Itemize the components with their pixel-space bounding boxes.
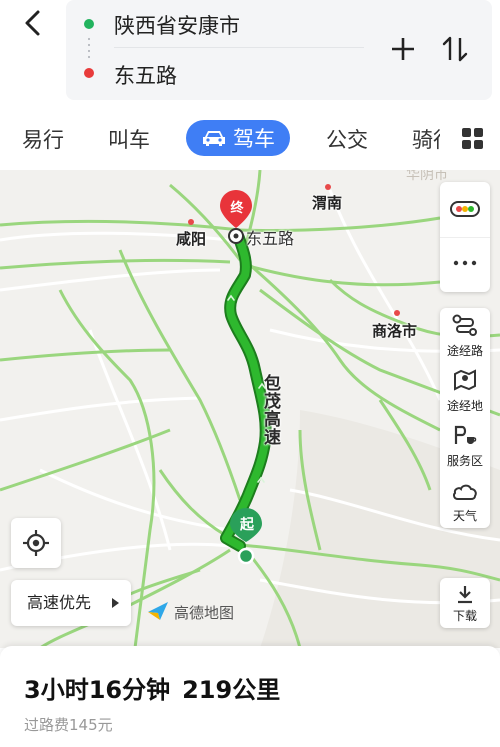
divider — [114, 47, 364, 48]
route-connector — [88, 36, 90, 60]
faded-city-label: 华阴市 — [406, 170, 448, 183]
city-label-shangluo: 商洛市 — [372, 322, 418, 340]
service-area-button[interactable]: 服务区 — [440, 418, 490, 473]
waypoint-route-icon — [452, 314, 477, 336]
origin-field[interactable]: 陕西省安康市 — [114, 10, 240, 40]
transport-tabs: 易行 叫车 驾车 公交 骑行 — [0, 112, 500, 170]
cloud-icon — [453, 484, 477, 500]
locate-icon — [23, 530, 49, 556]
route-preference-button[interactable]: 高速优先 — [11, 580, 131, 626]
amap-logo-icon — [148, 602, 168, 620]
city-label-weinan: 渭南 — [312, 194, 343, 212]
download-icon — [458, 586, 472, 604]
waypoint-route-label: 途经路 — [446, 344, 483, 358]
destination-dot — [84, 68, 94, 78]
origin-dot — [84, 19, 94, 29]
tab-cycling[interactable]: 骑行 — [412, 124, 440, 154]
road-name-label: 包茂高速 — [260, 374, 280, 446]
download-button[interactable]: 下载 — [440, 578, 490, 628]
tab-easy-trip[interactable]: 易行 — [22, 124, 64, 154]
city-label-xianyang: 咸阳 — [176, 230, 207, 248]
route-duration: 3小时16分钟 — [24, 676, 171, 704]
car-icon — [203, 131, 225, 146]
map-pin-icon — [454, 369, 476, 391]
tab-taxi[interactable]: 叫车 — [108, 124, 150, 154]
amap-logo-text: 高德地图 — [174, 604, 235, 622]
route-tools-panel: 途经路 途经地 服务区 天气 — [440, 308, 490, 528]
destination-pin-label: 终 — [230, 201, 244, 216]
destination-map-label: 东五路 — [246, 229, 295, 248]
add-waypoint-icon[interactable] — [388, 34, 418, 64]
destination-field[interactable]: 东五路 — [114, 60, 177, 90]
route-header: 陕西省安康市 东五路 — [0, 0, 500, 112]
parking-coffee-icon — [454, 425, 477, 444]
weather-label: 天气 — [452, 509, 477, 523]
locate-button[interactable] — [11, 518, 61, 568]
map-view[interactable]: 华阴市 咸阳 渭南 商洛市 终 东五路 起 包茂高速 途经路 途经地 服务区 天… — [0, 170, 500, 648]
route-distance: 219公里 — [182, 676, 281, 704]
tab-driving-label: 驾车 — [233, 127, 275, 151]
service-area-label: 服务区 — [446, 454, 483, 468]
traffic-light-icon[interactable] — [450, 200, 480, 218]
amap-logo: 高德地图 — [146, 598, 234, 626]
map-tools-panel — [440, 182, 490, 292]
route-card: 陕西省安康市 东五路 — [66, 0, 492, 100]
back-arrow-icon[interactable] — [16, 6, 50, 40]
route-preference-label: 高速优先 — [27, 593, 92, 612]
more-modes-icon[interactable] — [462, 128, 484, 150]
route-summary: 3小时16分钟 219公里 — [24, 670, 280, 705]
tab-driving[interactable]: 驾车 — [186, 120, 290, 156]
weather-button[interactable]: 天气 — [440, 473, 490, 528]
waypoint-place-label: 途经地 — [446, 399, 483, 413]
waypoint-place-button[interactable]: 途经地 — [440, 363, 490, 418]
download-label: 下载 — [452, 609, 477, 623]
route-summary-sheet[interactable]: 3小时16分钟 219公里 过路费145元 — [0, 646, 500, 747]
swap-icon[interactable] — [440, 34, 470, 64]
toll-fee: 过路费145元 — [24, 716, 113, 734]
tab-bus[interactable]: 公交 — [326, 124, 368, 154]
more-icon[interactable] — [453, 260, 477, 266]
start-pin-label: 起 — [240, 517, 254, 533]
waypoint-route-button[interactable]: 途经路 — [440, 308, 490, 363]
caret-right-icon — [112, 598, 119, 608]
